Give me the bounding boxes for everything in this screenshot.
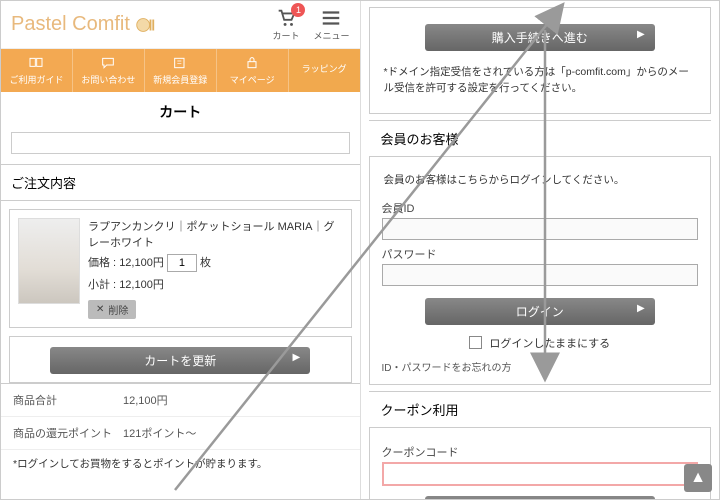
login-note: *ログインしてお買物をするとポイントが貯まります。 — [1, 450, 360, 481]
nav-contact[interactable]: お問い合わせ — [73, 49, 145, 92]
nav-label: 新規会員登録 — [153, 75, 207, 85]
member-lead: 会員のお客様はこちらからログインしてください。 — [382, 167, 699, 195]
qty-unit: 枚 — [200, 257, 211, 269]
update-cart-label: カートを更新 — [144, 354, 216, 368]
chevron-up-icon: ▲ — [690, 469, 706, 487]
total-points-label: 商品の還元ポイント — [13, 425, 123, 441]
pw-label: パスワード — [382, 246, 699, 262]
domain-note: *ドメイン指定受信をされている方は「p-comfit.com」からのメール受信を… — [382, 59, 699, 103]
cart-label: カート — [272, 29, 299, 42]
id-label: 会員ID — [382, 200, 699, 216]
total-sum-label: 商品合計 — [13, 392, 123, 408]
book-icon — [27, 55, 45, 71]
price-value: 12,100円 — [119, 257, 164, 269]
nav-register[interactable]: 新規会員登録 — [145, 49, 217, 92]
nav-label: マイページ — [230, 75, 275, 85]
chevron-right-icon: ▶ — [637, 29, 645, 40]
proceed-button[interactable]: 購入手続きへ進む ▶ — [425, 24, 655, 51]
delete-button[interactable]: ✕ 削除 — [88, 300, 136, 319]
brand-name: Pastel Comfit — [11, 13, 130, 36]
cart-item: ラプアンカンクリ｜ポケットショール MARIA｜グレーホワイト 価格 : 12,… — [9, 209, 352, 328]
nav-guide[interactable]: ご利用ガイド — [1, 49, 73, 92]
cart-button[interactable]: 1 カート — [272, 7, 299, 42]
subtotal-value: 12,100円 — [119, 279, 164, 291]
member-id-input[interactable] — [382, 218, 699, 240]
nav-label: ご利用ガイド — [9, 75, 63, 85]
chevron-right-icon: ▶ — [637, 303, 645, 314]
order-section-heading: ご注文内容 — [1, 164, 360, 201]
cart-badge: 1 — [291, 3, 305, 17]
nav-strip: ご利用ガイド お問い合わせ 新規会員登録 マイページ ラッピング — [1, 49, 360, 92]
nav-label: ラッピング — [302, 64, 347, 74]
update-cart-button[interactable]: カートを更新 ▶ — [50, 347, 310, 374]
coupon-code-input[interactable] — [382, 462, 699, 486]
total-points-value: 121ポイント～ — [123, 425, 196, 441]
keep-login-checkbox[interactable] — [469, 336, 482, 349]
product-name[interactable]: ラプアンカンクリ｜ポケットショール MARIA｜グレーホワイト — [88, 218, 343, 250]
delete-label: 削除 — [108, 302, 128, 317]
member-heading: 会員のお客様 — [369, 120, 712, 157]
close-icon: ✕ — [96, 304, 104, 315]
quantity-input[interactable] — [167, 254, 197, 272]
forgot-link[interactable]: ID・パスワードをお忘れの方 — [382, 359, 699, 374]
search-input[interactable] — [11, 132, 350, 154]
apply-coupon-button[interactable]: クーポンを適用する ▶ — [425, 496, 655, 499]
price-label: 価格 : — [88, 257, 116, 269]
scroll-top-button[interactable]: ▲ — [684, 464, 712, 492]
signup-icon — [171, 55, 189, 71]
keep-login-label: ログインしたままにする — [489, 338, 610, 350]
coupon-label: クーポンコード — [382, 444, 699, 460]
lock-icon — [243, 55, 261, 71]
brand[interactable]: Pastel Comfit — [11, 13, 156, 36]
page-title: カート — [1, 92, 360, 132]
menu-button[interactable]: メニュー — [313, 7, 349, 42]
nav-wrapping[interactable]: ラッピング — [289, 49, 360, 92]
login-label: ログイン — [516, 305, 564, 319]
chevron-right-icon: ▶ — [293, 352, 301, 363]
subtotal-label: 小計 : — [88, 279, 116, 291]
nav-mypage[interactable]: マイページ — [217, 49, 289, 92]
login-button[interactable]: ログイン ▶ — [425, 298, 655, 325]
proceed-label: 購入手続きへ進む — [492, 31, 588, 45]
chat-icon — [99, 55, 117, 71]
product-thumbnail[interactable] — [18, 218, 80, 304]
nav-label: お問い合わせ — [81, 75, 135, 85]
total-sum-value: 12,100円 — [123, 392, 168, 408]
hamburger-icon — [319, 7, 343, 29]
menu-label: メニュー — [313, 29, 349, 42]
brand-logo-icon — [134, 14, 156, 36]
password-input[interactable] — [382, 264, 699, 286]
coupon-heading: クーポン利用 — [369, 391, 712, 428]
